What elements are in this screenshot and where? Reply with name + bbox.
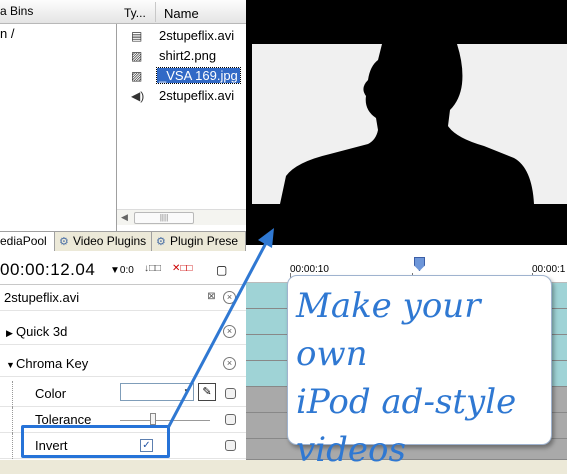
remove-clip-icon[interactable]: × [223,291,236,304]
remove-effect-icon[interactable]: × [223,325,236,338]
effect-chroma-key-label: Chroma Key [16,356,89,371]
bin-root-item[interactable]: n / [0,26,14,41]
film-icon: ▤ [131,29,143,43]
color-select[interactable]: ▼ [120,383,194,401]
timecode-display: 00:00:12.04 [0,260,96,279]
ruler-time-label: 00:00:10 [290,264,329,275]
file-name: _VSA 169.jpg [156,67,241,84]
effect-chroma-key-row[interactable]: ▼Chroma Key × [0,351,246,377]
tab-mediapool[interactable]: ediaPool [0,232,55,252]
ruler-time-label: 00:00:1 [532,264,566,275]
scroll-thumb[interactable]: |||| [134,212,194,224]
image-icon: ▨ [131,69,143,83]
audio-icon: ◀) [131,89,145,103]
clip-row[interactable]: 2stupeflix.avi ⊠ × [0,285,246,311]
param-color-label: Color [35,386,67,401]
tab-plugin-presets-label: Plugin Prese [170,234,239,248]
keyframe-button[interactable]: ▼0:0 [110,265,134,276]
delete-keyframe-button[interactable]: ✕□□ [172,263,192,274]
column-name[interactable]: Name [164,6,199,21]
clip-name: 2stupeflix.avi [4,290,80,305]
lock-icon[interactable] [225,388,236,399]
tab-video-plugins-label: Video Plugins [73,234,147,248]
silhouette-image [280,44,534,204]
tab-plugin-presets[interactable]: ⚙ Plugin Prese [153,232,246,252]
chevron-down-icon[interactable]: ▼ [183,387,191,396]
media-bins-header: a Bins [0,0,117,24]
file-row[interactable]: ▨ shirt2.png [117,46,246,66]
plugin-icon: ⚙ [156,236,166,248]
file-row[interactable]: ◀) 2stupeflix.avi [117,86,246,106]
callout-box: Make your own iPod ad-style videos [287,275,552,470]
tree-line [12,381,26,407]
expand-icon[interactable]: ▶ [6,328,16,339]
effect-quick3d-row[interactable]: ▶ Quick 3d × [0,319,246,345]
plugin-icon: ⚙ [59,236,69,248]
playhead-marker[interactable] [414,257,425,271]
file-row[interactable]: ▨ _VSA 169.jpg [117,66,246,86]
file-name: 2stupeflix.avi [159,88,235,103]
image-icon: ▨ [131,49,143,63]
param-color-row: Color ▼ ✎ [0,381,246,407]
lock-icon[interactable] [225,440,236,451]
effect-quick3d-label: Quick 3d [16,324,68,339]
eyedropper-icon[interactable]: ✎ [198,383,216,401]
bypass-icon[interactable]: ⊠ [205,291,218,304]
file-list-panel: Ty... Name ▤ 2stupeflix.avi ▨ shirt2.png ▨ _V… [117,0,246,231]
tolerance-slider-track[interactable] [120,420,210,421]
tab-video-plugins[interactable]: ⚙ Video Plugins [56,232,152,252]
media-bins-panel: a Bins n / [0,0,117,231]
callout-text: Make your own iPod ad-style videos [296,286,517,470]
file-name: shirt2.png [159,48,217,63]
file-list-scrollbar[interactable]: ◀ |||| [117,209,246,225]
video-preview[interactable] [246,0,567,245]
panel-tabs: ediaPool ⚙ Video Plugins ⚙ Plugin Prese [0,231,246,252]
lock-icon[interactable] [225,414,236,425]
timeline-toolbar: 00:00:12.04 ▼0:0 ↓□□ ✕□□ ▢ [0,251,246,285]
column-separator[interactable] [155,2,156,22]
file-name: 2stupeflix.avi [159,28,235,43]
column-type[interactable]: Ty... [124,6,146,20]
scroll-left-icon[interactable]: ◀ [121,212,128,223]
insert-keyframe-button[interactable]: ↓□□ [144,263,161,274]
tolerance-slider-thumb[interactable] [150,413,156,425]
edit-icon[interactable]: ▢ [216,263,227,277]
file-row[interactable]: ▤ 2stupeflix.avi [117,26,246,46]
collapse-icon[interactable]: ▼ [6,360,16,370]
preview-frame [252,44,567,204]
remove-effect-icon[interactable]: × [223,357,236,370]
invert-highlight-box [21,425,170,458]
file-list-header: Ty... Name [117,0,246,24]
